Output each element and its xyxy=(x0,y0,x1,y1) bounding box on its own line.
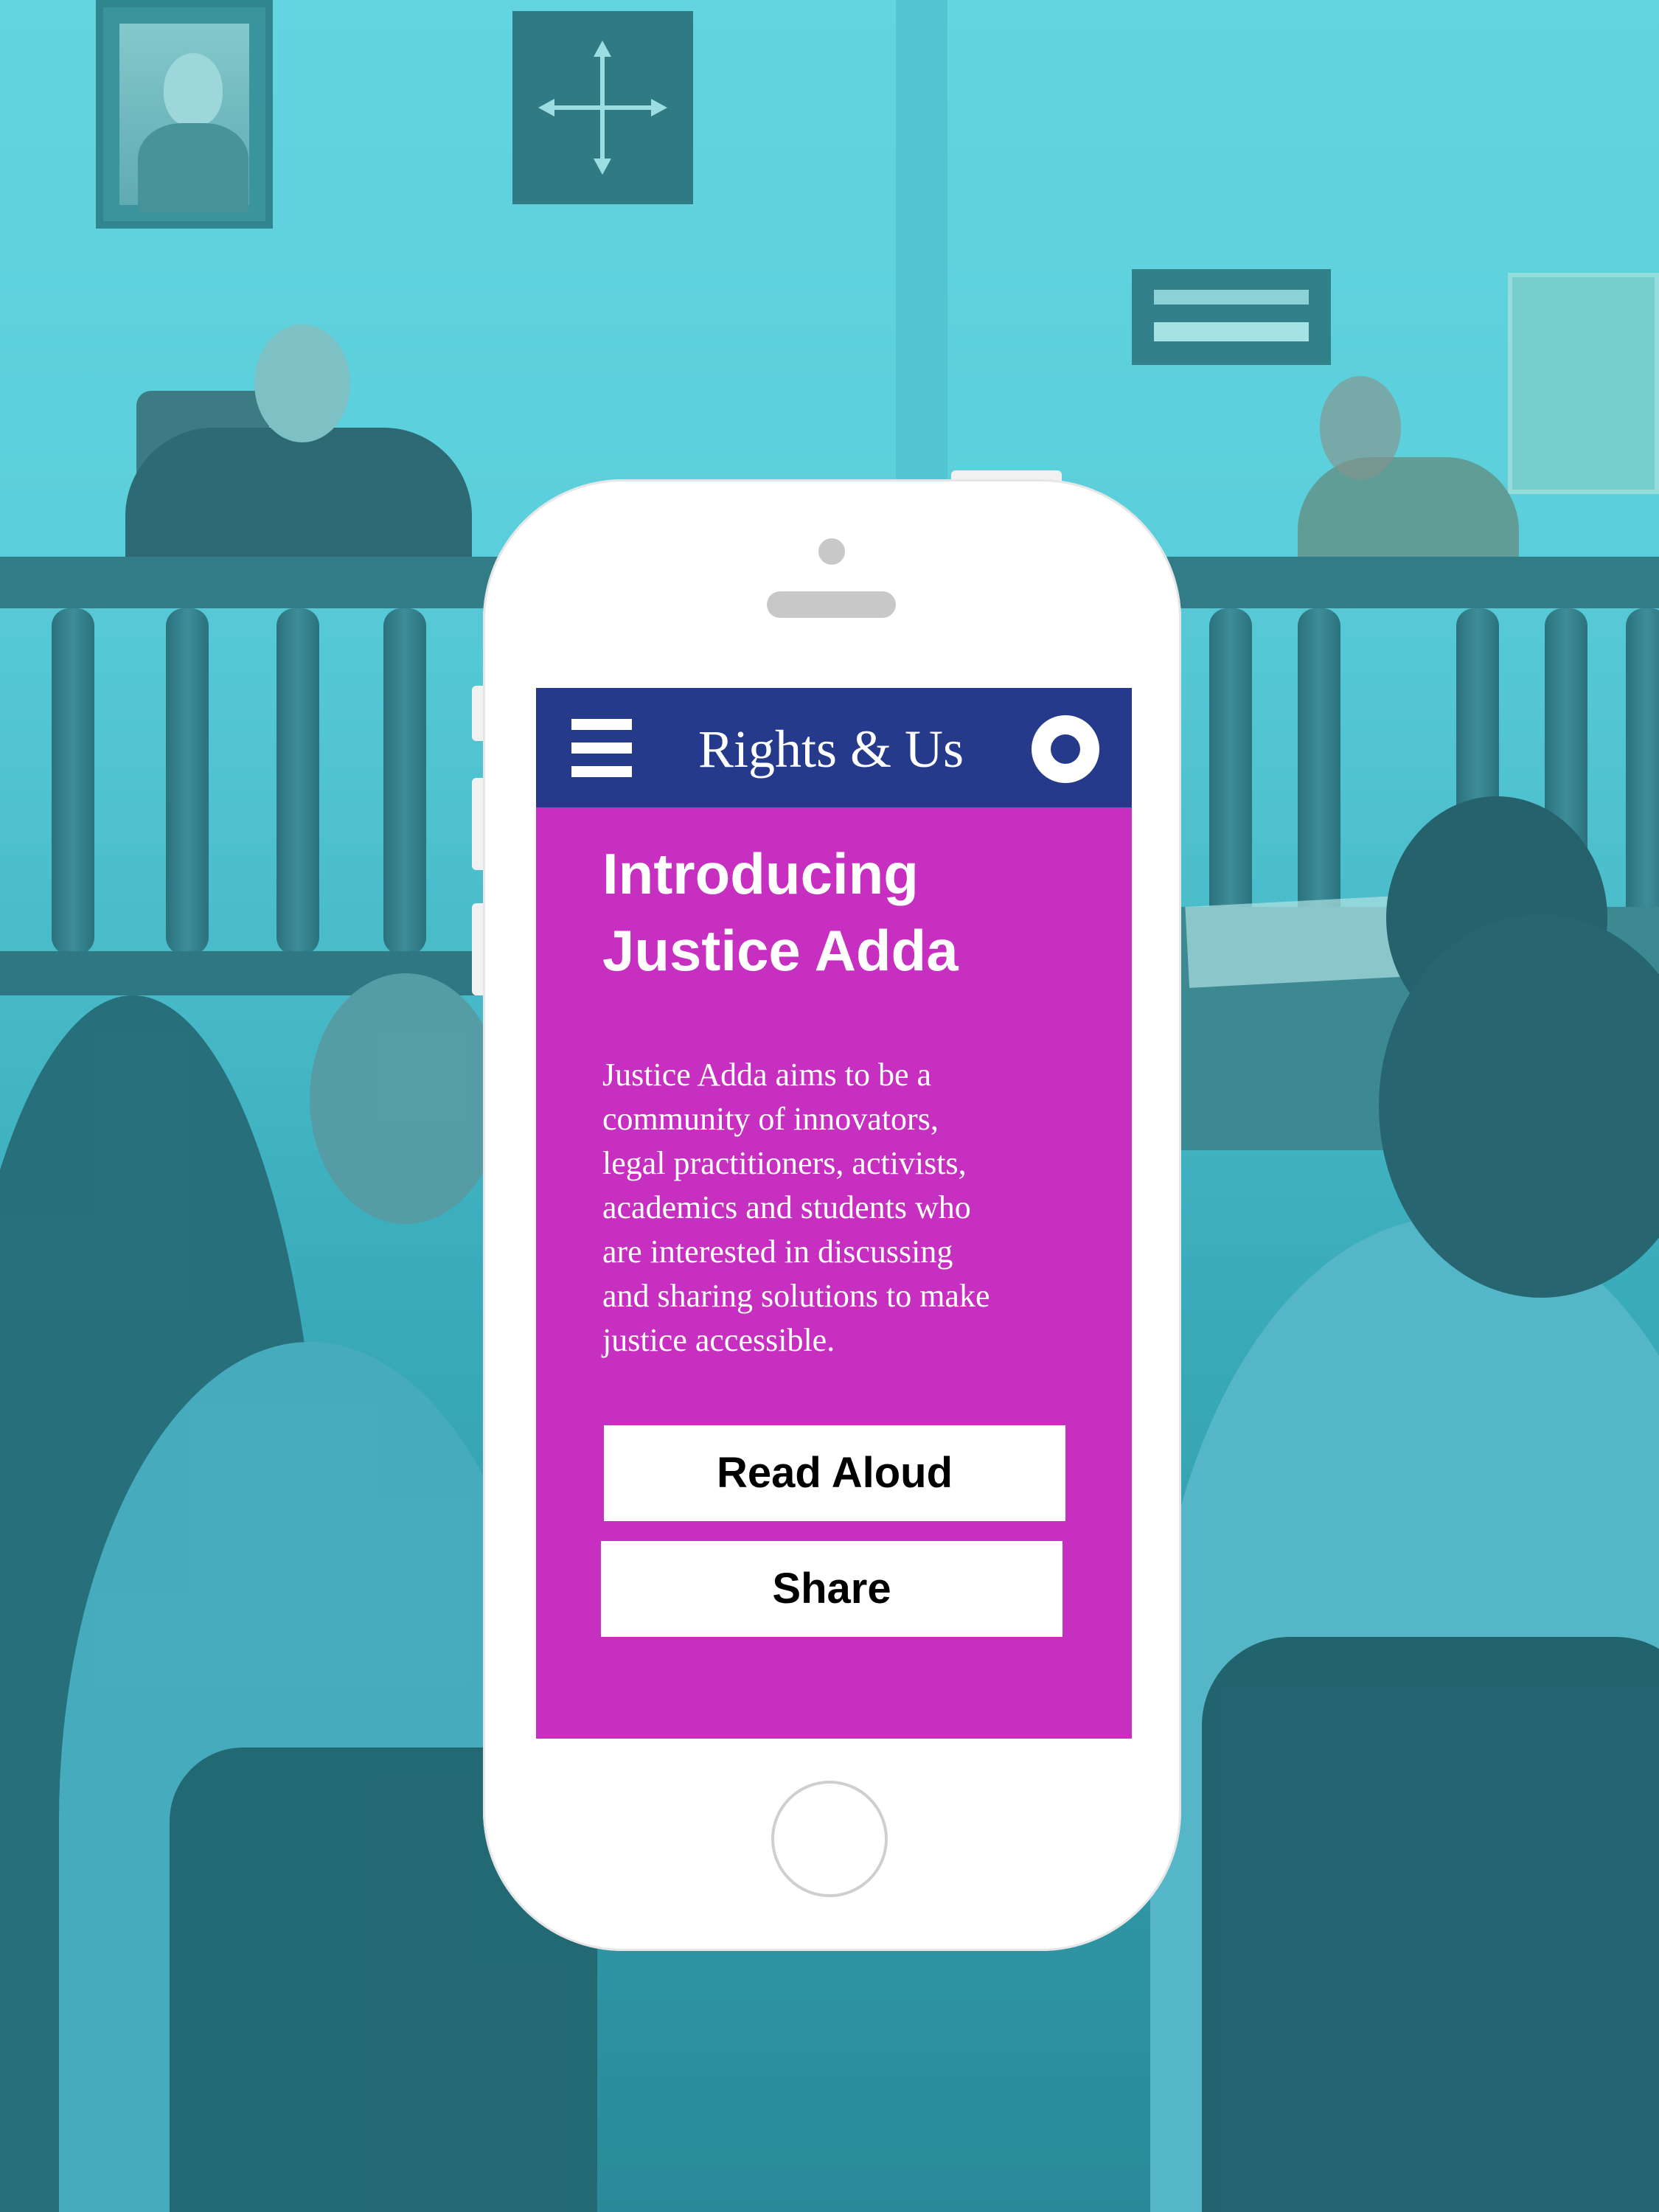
article-title-line: Introducing xyxy=(602,841,919,906)
phone-screen: Rights & Us Introducing Justice Adda Jus… xyxy=(536,688,1132,1739)
article-body-line: legal practitioners, activists, xyxy=(602,1145,967,1181)
article-body-line: and sharing solutions to make xyxy=(602,1278,990,1314)
record-ring-center xyxy=(1051,734,1080,764)
volume-down-button xyxy=(472,903,484,995)
app-title: Rights & Us xyxy=(698,720,964,779)
home-button[interactable] xyxy=(771,1781,888,1897)
article-body-line: academics and students who xyxy=(602,1189,971,1225)
record-ring-icon[interactable] xyxy=(1032,715,1099,783)
read-aloud-button[interactable]: Read Aloud xyxy=(604,1425,1065,1521)
front-camera xyxy=(818,538,845,565)
earpiece-speaker xyxy=(767,591,896,618)
menu-bar xyxy=(571,719,632,730)
article-title: Introducing Justice Adda xyxy=(602,835,1104,989)
menu-bar xyxy=(571,742,632,754)
app-header: Rights & Us xyxy=(536,688,1132,807)
hamburger-menu-icon[interactable] xyxy=(571,719,632,779)
share-button[interactable]: Share xyxy=(601,1541,1062,1637)
volume-up-button xyxy=(472,778,484,870)
phone-mockup: Rights & Us Introducing Justice Adda Jus… xyxy=(483,479,1181,1951)
mute-switch xyxy=(472,686,484,741)
article-body-line: community of innovators, xyxy=(602,1101,939,1137)
article-body-line: Justice Adda aims to be a xyxy=(602,1057,932,1093)
article-body: Justice Adda aims to be a community of i… xyxy=(602,1053,1074,1363)
menu-bar xyxy=(571,766,632,777)
article-title-line: Justice Adda xyxy=(602,918,959,983)
article-body-line: justice accessible. xyxy=(602,1322,835,1358)
article-body-line: are interested in discussing xyxy=(602,1234,953,1270)
promo-scene: Rights & Us Introducing Justice Adda Jus… xyxy=(0,0,1659,2212)
